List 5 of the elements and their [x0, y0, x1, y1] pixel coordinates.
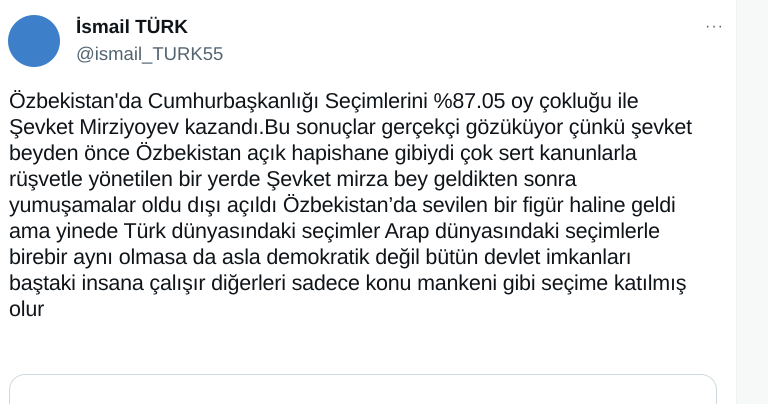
- author-name[interactable]: İsmail TÜRK: [76, 17, 224, 39]
- more-button[interactable]: ···: [705, 17, 724, 37]
- post-text: Özbekistan'da Cumhurbaşkanlığı Seçimlerini %87.05 oy çokluğu ile Şevket Mirziyoyev kazandı.Bu sonuçlar gerçekçi gözüküyor çünkü şevket beyden önce Özbekistan açık hapishane gibiydi çok sert kanunlarla rüşvetle yönetilen bir yerde Şevket mirza bey geldikten sonra yumuşamalar oldu dışı açıldı Özbekistan’da sevilen bir figür haline geldi ama yinede Türk dünyasındaki seçimler Arap dünyasındaki seçimlerle birebir aynı olmasa da asla demokratik değil bütün devlet imkanları baştaki insana çalışır diğerleri sadece konu mankeni gibi seçime katılmış olur: [8, 88, 693, 322]
- author-handle[interactable]: @ismail_TURK55: [76, 43, 224, 65]
- avatar[interactable]: [8, 15, 60, 67]
